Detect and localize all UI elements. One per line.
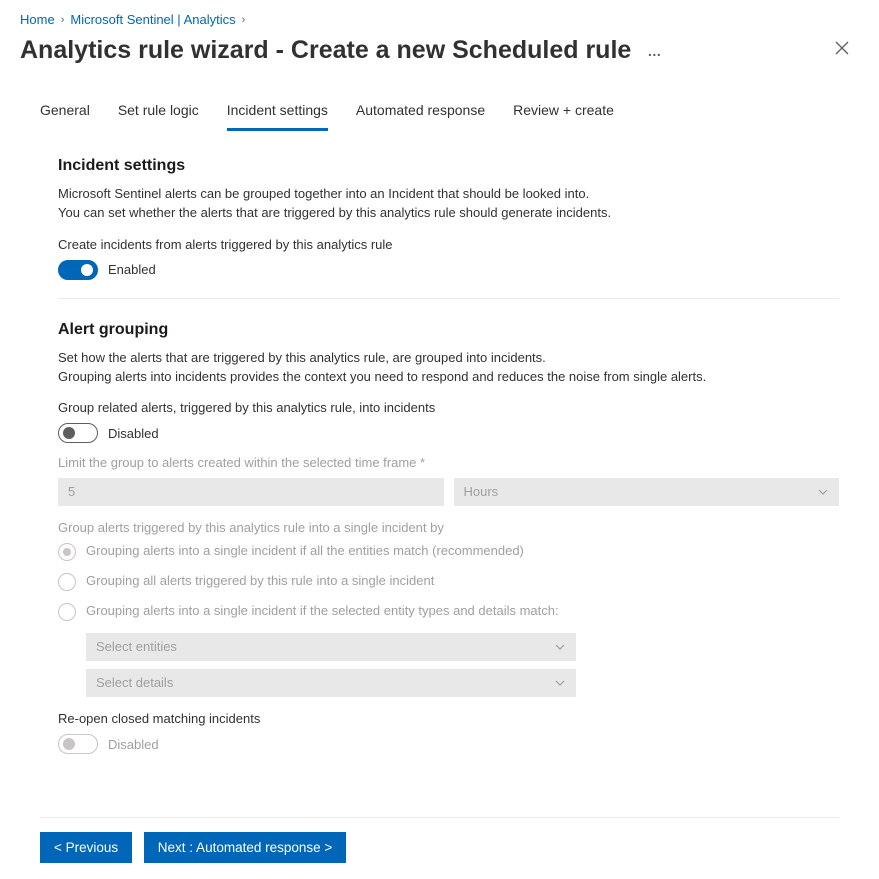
limit-value-input[interactable]: 5 (58, 478, 444, 506)
desc-text: Grouping alerts into incidents provides … (58, 369, 706, 384)
desc-text: Set how the alerts that are triggered by… (58, 350, 546, 365)
desc-text: You can set whether the alerts that are … (58, 205, 611, 220)
radio-label: Grouping alerts into a single incident i… (86, 603, 559, 618)
radio-all-alerts[interactable]: Grouping all alerts triggered by this ru… (58, 573, 839, 591)
create-incidents-toggle[interactable] (58, 260, 98, 280)
desc-text: Microsoft Sentinel alerts can be grouped… (58, 186, 589, 201)
breadcrumb-service[interactable]: Microsoft Sentinel | Analytics (70, 12, 235, 27)
chevron-down-icon (817, 486, 829, 498)
radio-icon (58, 543, 76, 561)
breadcrumb: Home › Microsoft Sentinel | Analytics › (0, 0, 879, 33)
alert-grouping-heading: Alert grouping (58, 321, 839, 339)
reopen-label: Re-open closed matching incidents (58, 711, 839, 726)
tab-incident-settings[interactable]: Incident settings (227, 94, 328, 131)
alert-grouping-desc: Set how the alerts that are triggered by… (58, 349, 839, 387)
page-header: Analytics rule wizard - Create a new Sch… (0, 33, 879, 74)
incident-settings-desc: Microsoft Sentinel alerts can be grouped… (58, 185, 839, 223)
radio-entities-match[interactable]: Grouping alerts into a single incident i… (58, 543, 839, 561)
select-placeholder: Select details (96, 669, 173, 697)
create-incidents-label: Create incidents from alerts triggered b… (58, 237, 839, 252)
tab-general[interactable]: General (40, 94, 90, 131)
group-related-state: Disabled (108, 426, 159, 441)
group-related-label: Group related alerts, triggered by this … (58, 400, 839, 415)
reopen-toggle[interactable] (58, 734, 98, 754)
chevron-right-icon: › (61, 14, 65, 26)
create-incidents-state: Enabled (108, 262, 156, 277)
select-details-dropdown[interactable]: Select details (86, 669, 576, 697)
breadcrumb-home[interactable]: Home (20, 12, 55, 27)
select-placeholder: Select entities (96, 633, 177, 661)
more-menu-button[interactable]: … (647, 43, 663, 59)
chevron-right-icon: › (242, 14, 246, 26)
tab-automated-response[interactable]: Automated response (356, 94, 485, 131)
tab-set-rule-logic[interactable]: Set rule logic (118, 94, 199, 131)
radio-icon (58, 573, 76, 591)
wizard-tabs: General Set rule logic Incident settings… (0, 74, 879, 131)
reopen-state: Disabled (108, 737, 159, 752)
select-value: Hours (464, 478, 499, 506)
limit-timeframe-label: Limit the group to alerts created within… (58, 455, 839, 470)
footer-divider (40, 817, 839, 818)
previous-button[interactable]: < Previous (40, 832, 132, 863)
radio-label: Grouping alerts into a single incident i… (86, 543, 524, 558)
incident-settings-heading: Incident settings (58, 157, 839, 175)
close-button[interactable] (829, 35, 855, 66)
chevron-down-icon (554, 641, 566, 653)
next-button[interactable]: Next : Automated response > (144, 832, 346, 863)
chevron-down-icon (554, 677, 566, 689)
close-icon (835, 41, 849, 55)
page-title: Analytics rule wizard - Create a new Sch… (20, 36, 631, 65)
select-entities-dropdown[interactable]: Select entities (86, 633, 576, 661)
tab-review-create[interactable]: Review + create (513, 94, 614, 131)
radio-selected-types[interactable]: Grouping alerts into a single incident i… (58, 603, 839, 621)
wizard-footer: < Previous Next : Automated response > (0, 817, 879, 863)
group-by-radiogroup: Grouping alerts into a single incident i… (58, 543, 839, 621)
radio-icon (58, 603, 76, 621)
section-divider (58, 298, 839, 299)
group-related-toggle[interactable] (58, 423, 98, 443)
input-value: 5 (68, 478, 75, 506)
limit-unit-select[interactable]: Hours (454, 478, 840, 506)
group-by-label: Group alerts triggered by this analytics… (58, 520, 839, 535)
radio-label: Grouping all alerts triggered by this ru… (86, 573, 434, 588)
